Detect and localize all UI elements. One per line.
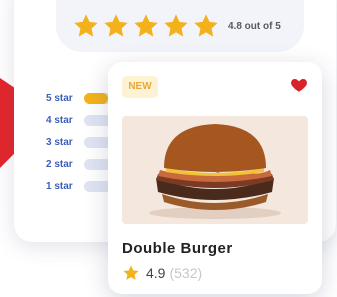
overall-rating-pill: 4.8 out of 5 xyxy=(56,0,304,52)
new-badge: NEW xyxy=(122,76,158,98)
heart-icon[interactable] xyxy=(290,76,308,94)
star-icon xyxy=(74,14,98,37)
distribution-label: 1 star xyxy=(46,180,73,192)
product-card[interactable]: NEW Double Burger 4.9 (532) xyxy=(108,62,322,294)
distribution-label: 5 star xyxy=(46,92,73,104)
star-icon xyxy=(194,14,218,37)
star-icon xyxy=(123,265,139,280)
distribution-label: 4 star xyxy=(46,114,73,126)
product-rating: 4.9 (532) xyxy=(122,264,202,282)
distribution-label: 3 star xyxy=(46,136,73,148)
rating-summary-text: 4.8 out of 5 xyxy=(228,20,281,32)
star-rating xyxy=(72,12,220,40)
star-icon xyxy=(104,14,128,37)
burger-image xyxy=(122,116,308,224)
star-icon xyxy=(164,14,188,37)
distribution-label: 2 star xyxy=(46,158,73,170)
distribution-bar-fill xyxy=(84,92,109,104)
rating-score: 4.9 xyxy=(146,265,166,281)
product-name: Double Burger xyxy=(122,240,233,257)
star-icon xyxy=(134,14,158,37)
review-count: (532) xyxy=(169,265,203,281)
